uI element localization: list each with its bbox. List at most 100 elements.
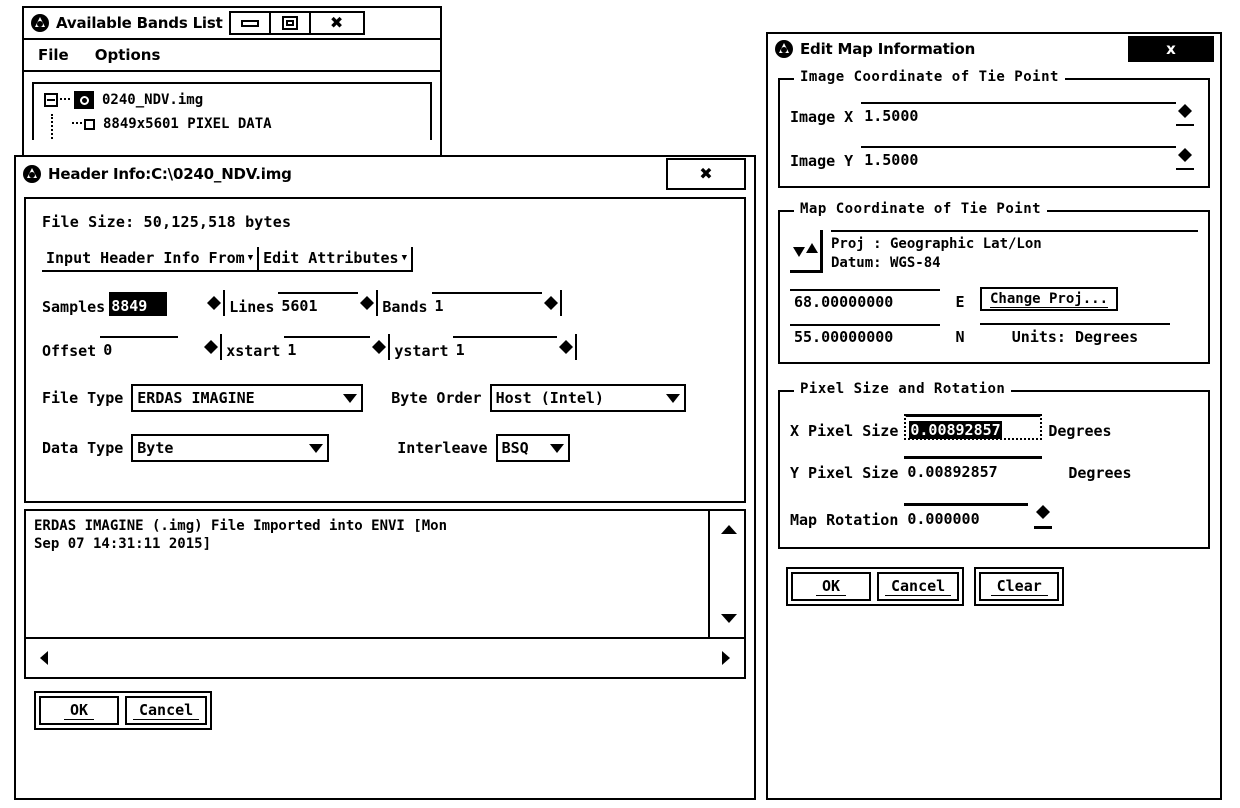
image-y-input[interactable]: 1.5000 [861, 146, 1176, 170]
easting-row: 68.00000000 E Change Proj... [790, 287, 1198, 311]
ok-button[interactable]: OK [39, 696, 119, 725]
northing-hemisphere: N [955, 328, 965, 346]
cancel-button[interactable]: Cancel [125, 696, 208, 725]
change-proj-button[interactable]: Change Proj... [980, 287, 1119, 311]
description-textarea[interactable]: ERDAS IMAGINE (.img) File Imported into … [24, 509, 746, 639]
chevron-down-icon: ▼ [401, 252, 407, 263]
ok-button[interactable]: OK [791, 572, 871, 601]
horizontal-scrollbar[interactable] [24, 639, 746, 679]
file-type-byte-order-row: File Type ERDAS IMAGINE Byte Order Host … [42, 384, 728, 412]
band-file-icon [74, 91, 94, 109]
offset-input[interactable]: 0 [100, 336, 179, 360]
edit-attributes-dropdown[interactable]: Edit Attributes ▼ [259, 247, 413, 272]
scroll-down-icon[interactable] [721, 614, 737, 623]
header-info-window[interactable]: Header Info:C:\0240_NDV.img ✖ File Size:… [14, 155, 756, 800]
bands-label: Bands [382, 298, 428, 316]
bands-titlebar[interactable]: Available Bands List ✖ [24, 8, 440, 38]
image-x-input[interactable]: 1.5000 [861, 102, 1176, 126]
tree-connector-line [51, 114, 53, 140]
map-window-title: Edit Map Information [800, 40, 976, 58]
easting-input[interactable]: 68.00000000 [790, 289, 940, 311]
menu-file[interactable]: File [38, 46, 69, 64]
samples-lines-bands-row: Samples 8849 Lines 5601 Bands 1 [42, 290, 728, 316]
y-pixel-size-input[interactable]: 0.00892857 [904, 456, 1043, 482]
chevron-down-icon [343, 393, 358, 403]
vertical-scrollbar[interactable] [708, 511, 744, 637]
bands-window-title: Available Bands List [56, 14, 223, 32]
clear-button[interactable]: Clear [979, 572, 1060, 601]
close-button[interactable]: ✖ [311, 13, 363, 33]
ystart-label: ystart [394, 342, 449, 360]
chevron-down-icon [309, 443, 324, 453]
scroll-left-icon[interactable] [40, 651, 48, 665]
bands-stepper[interactable] [542, 290, 562, 316]
chevron-down-icon [549, 443, 564, 453]
tree-dash [60, 98, 70, 102]
samples-stepper[interactable] [205, 290, 226, 316]
byte-order-select[interactable]: Host (Intel) [489, 384, 686, 412]
scroll-right-icon[interactable] [722, 651, 730, 665]
x-pixel-size-input[interactable]: 0.00892857 [904, 414, 1043, 440]
band-item-checkbox[interactable] [84, 118, 95, 130]
minimize-button[interactable] [231, 13, 271, 33]
y-pixel-size-label: Y Pixel Size [790, 464, 899, 482]
interleave-select[interactable]: BSQ [495, 434, 570, 462]
bands-menubar: File Options [24, 38, 440, 72]
minimize-icon [240, 19, 259, 27]
image-y-stepper[interactable] [1176, 142, 1194, 170]
bands-tree[interactable]: 0240_NDV.img 8849x5601 PIXEL DATA [32, 82, 432, 140]
file-type-label: File Type [42, 389, 124, 407]
file-type-select[interactable]: ERDAS IMAGINE [131, 384, 364, 412]
image-x-row: Image X 1.5000 [790, 98, 1198, 126]
bands-input[interactable]: 1 [431, 292, 542, 316]
tree-item-file[interactable]: 0240_NDV.img [44, 88, 430, 112]
pixel-size-legend: Pixel Size and Rotation [794, 381, 1012, 397]
y-pixel-size-units: Degrees [1068, 464, 1132, 482]
ystart-stepper[interactable] [557, 334, 577, 360]
image-x-label: Image X [790, 108, 854, 126]
map-rotation-stepper[interactable] [1034, 498, 1053, 529]
header-button-bar: OK Cancel [34, 691, 213, 730]
map-rotation-input[interactable]: 0.000000 [904, 503, 1029, 529]
lines-label: Lines [229, 298, 275, 316]
map-button-bar: OK Cancel Clear [786, 567, 1220, 606]
envi-logo-icon [775, 40, 793, 58]
image-y-row: Image Y 1.5000 [790, 142, 1198, 170]
input-header-info-from-dropdown[interactable]: Input Header Info From ▼ [42, 247, 260, 272]
northing-input[interactable]: 55.00000000 [790, 324, 940, 346]
maximize-icon [281, 16, 298, 30]
lines-stepper[interactable] [358, 290, 379, 316]
chevron-down-icon: ▼ [247, 252, 254, 263]
available-bands-list-window[interactable]: Available Bands List ✖ File Options 0240… [22, 6, 442, 171]
y-pixel-size-row: Y Pixel Size 0.00892857 Degrees [790, 456, 1198, 482]
maximize-button[interactable] [271, 13, 311, 33]
data-type-label: Data Type [42, 439, 124, 457]
map-ok-cancel-group: OK Cancel [786, 567, 965, 606]
menu-options[interactable]: Options [95, 46, 161, 64]
xstart-stepper[interactable] [370, 334, 391, 360]
cancel-button[interactable]: Cancel [877, 572, 960, 601]
offset-stepper[interactable] [202, 334, 223, 360]
projection-display: Proj : Geographic Lat/Lon Datum: WGS-84 [790, 230, 1198, 273]
data-type-select[interactable]: Byte [131, 434, 330, 462]
header-window-title: Header Info:C:\0240_NDV.img [48, 165, 292, 183]
x-pixel-size-label: X Pixel Size [790, 422, 899, 440]
map-titlebar[interactable]: Edit Map Information x [768, 34, 1220, 64]
image-x-stepper[interactable] [1176, 98, 1194, 126]
xstart-input[interactable]: 1 [284, 336, 371, 360]
lines-input[interactable]: 5601 [278, 292, 359, 316]
close-button[interactable]: x [1128, 36, 1214, 62]
ystart-input[interactable]: 1 [452, 336, 557, 360]
map-coordinate-legend: Map Coordinate of Tie Point [794, 201, 1048, 217]
scroll-up-icon[interactable] [721, 525, 737, 534]
collapse-minus-icon[interactable] [44, 93, 58, 107]
close-button[interactable]: ✖ [666, 158, 746, 190]
easting-hemisphere: E [955, 293, 965, 311]
tree-item-band[interactable]: 8849x5601 PIXEL DATA [44, 112, 430, 136]
header-titlebar[interactable]: Header Info:C:\0240_NDV.img ✖ [16, 157, 754, 191]
edit-map-information-window[interactable]: Edit Map Information x Image Coordinate … [766, 32, 1222, 800]
projection-text: Proj : Geographic Lat/Lon Datum: WGS-84 [831, 230, 1198, 273]
up-down-arrows-icon[interactable] [790, 230, 823, 273]
offset-xstart-ystart-row: Offset 0 xstart 1 ystart 1 [42, 334, 728, 360]
samples-input[interactable]: 8849 [109, 292, 168, 316]
